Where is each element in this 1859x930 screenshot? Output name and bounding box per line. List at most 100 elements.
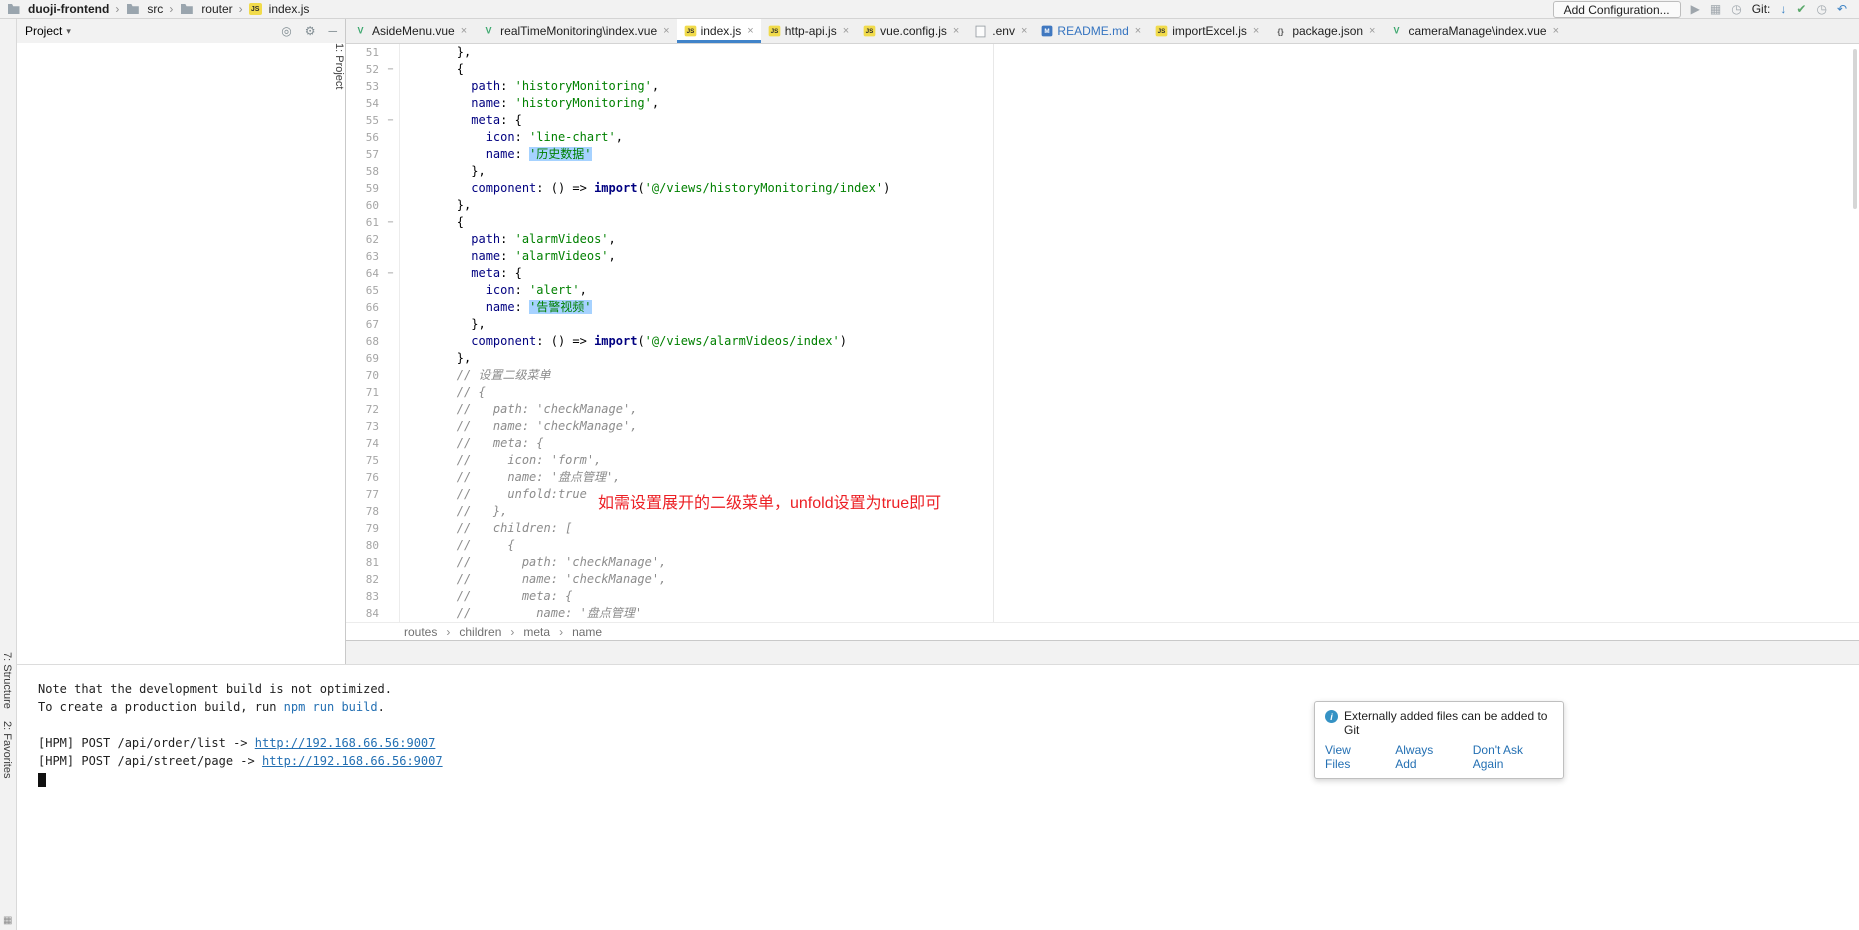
code-token: }, <box>399 45 471 59</box>
tool-button-project[interactable]: 1: Project <box>17 43 346 664</box>
terminal-output[interactable]: Note that the development build is not o… <box>17 666 1859 930</box>
md-icon: M <box>1042 26 1053 37</box>
code-token: : <box>500 249 514 263</box>
view-files-link[interactable]: View Files <box>1325 743 1377 771</box>
code-token <box>399 334 471 348</box>
line-number: 57 <box>346 146 382 163</box>
fold-gutter <box>382 95 399 112</box>
editor-scrollbar[interactable] <box>1853 49 1857 209</box>
close-icon[interactable]: × <box>461 25 467 37</box>
terminal-tool-window: Terminal: Local × + Note that the develo… <box>17 640 1859 930</box>
close-icon[interactable]: × <box>1553 25 1559 37</box>
chevron-down-icon[interactable]: ▾ <box>66 26 71 37</box>
breadcrumb-item[interactable]: JS index.js <box>249 2 310 16</box>
project-panel-title[interactable]: Project <box>25 24 62 38</box>
breadcrumb-item[interactable]: duoji-frontend <box>6 2 109 16</box>
git-rollback-icon[interactable]: ↶ <box>1837 3 1847 15</box>
editor-tab[interactable]: JSindex.js× <box>677 19 761 43</box>
editor-tab[interactable]: VAsideMenu.vue× <box>346 19 474 43</box>
code-token: ( <box>637 181 644 195</box>
code-line: 81 // path: 'checkManage', <box>346 554 1859 571</box>
code-text: // unfold:true <box>399 486 587 503</box>
editor-breadcrumb: routes›children›meta›name <box>346 622 1859 640</box>
close-icon[interactable]: × <box>953 25 959 37</box>
dont-ask-again-link[interactable]: Don't Ask Again <box>1473 743 1553 771</box>
line-number: 55 <box>346 112 382 129</box>
editor-breadcrumb-item[interactable]: routes <box>404 625 437 639</box>
git-history-icon[interactable]: ◷ <box>1816 3 1826 15</box>
code-token: // unfold:true <box>399 487 587 501</box>
settings-gear-icon[interactable]: ⚙ <box>305 24 316 38</box>
fold-marker-icon[interactable]: − <box>382 214 399 231</box>
close-icon[interactable]: × <box>747 25 753 37</box>
coverage-icon[interactable]: ◷ <box>1731 3 1741 15</box>
toolwindow-switcher-icon[interactable]: ▦ <box>3 915 12 926</box>
code-text: // 设置二级菜单 <box>399 367 550 384</box>
code-text: // name: 'checkManage', <box>399 418 637 435</box>
fold-marker-icon[interactable]: − <box>382 265 399 282</box>
code-token: path <box>471 232 500 246</box>
js-icon: JS <box>249 3 262 15</box>
breadcrumb-item[interactable]: src <box>125 2 163 16</box>
editor-tab[interactable]: VcameraManage\index.vue× <box>1382 19 1566 43</box>
tab-label: vue.config.js <box>880 24 947 38</box>
code-line: 60 }, <box>346 197 1859 214</box>
breadcrumb-item[interactable]: router <box>179 2 232 16</box>
code-line: 56 icon: 'line-chart', <box>346 129 1859 146</box>
notification-text: Externally added files can be added to G… <box>1344 709 1553 737</box>
terminal-link[interactable]: http://192.168.66.56:9007 <box>262 754 443 768</box>
code-line: 64− meta: { <box>346 265 1859 282</box>
editor-breadcrumb-item[interactable]: name <box>572 625 602 639</box>
code-token: '历史数据' <box>529 147 591 161</box>
code-token: }, <box>399 351 471 365</box>
fold-gutter <box>382 44 399 61</box>
close-icon[interactable]: × <box>1021 25 1027 37</box>
fold-gutter <box>382 401 399 418</box>
editor-tab[interactable]: JShttp-api.js× <box>761 19 856 43</box>
close-icon[interactable]: × <box>1369 25 1375 37</box>
hide-panel-icon[interactable]: ─ <box>328 24 337 38</box>
editor-breadcrumb-item[interactable]: meta <box>523 625 550 639</box>
fold-gutter <box>382 605 399 622</box>
fold-marker-icon[interactable]: − <box>382 61 399 78</box>
code-token: , <box>652 79 659 93</box>
breadcrumb-label: index.js <box>269 2 310 16</box>
terminal-line: Note that the development build is not o… <box>38 680 1859 698</box>
always-add-link[interactable]: Always Add <box>1395 743 1455 771</box>
line-number: 70 <box>346 367 382 384</box>
add-configuration-button[interactable]: Add Configuration... <box>1553 1 1681 18</box>
code-line: 52− { <box>346 61 1859 78</box>
editor-breadcrumb-item[interactable]: children <box>459 625 501 639</box>
fold-marker-icon[interactable]: − <box>382 112 399 129</box>
editor-tab[interactable]: .env× <box>966 19 1034 43</box>
close-icon[interactable]: × <box>1253 25 1259 37</box>
terminal-line <box>38 716 1859 734</box>
close-icon[interactable]: × <box>663 25 669 37</box>
editor: VAsideMenu.vue×VrealTimeMonitoring\index… <box>346 19 1859 640</box>
tool-button-favorites[interactable]: 2: Favorites <box>1 721 13 778</box>
locate-file-icon[interactable]: ◎ <box>281 24 291 38</box>
code-area[interactable]: 51 },52− {53 path: 'historyMonitoring',5… <box>346 44 1859 622</box>
editor-tab[interactable]: JSimportExcel.js× <box>1148 19 1266 43</box>
editor-tab[interactable]: VrealTimeMonitoring\index.vue× <box>474 19 676 43</box>
git-commit-icon[interactable]: ✔ <box>1796 3 1806 15</box>
debug-icon[interactable]: ▦ <box>1710 3 1721 15</box>
code-token: // 设置二级菜单 <box>399 368 550 382</box>
code-line: 70 // 设置二级菜单 <box>346 367 1859 384</box>
close-icon[interactable]: × <box>843 25 849 37</box>
red-annotation-text: 如需设置展开的二级菜单，unfold设置为true即可 <box>598 489 941 513</box>
code-token: , <box>609 232 616 246</box>
run-icon[interactable]: ▶ <box>1691 3 1700 15</box>
editor-tab[interactable]: {}package.json× <box>1266 19 1382 43</box>
code-text: // }, <box>399 503 507 520</box>
editor-tab[interactable]: JSvue.config.js× <box>856 19 966 43</box>
tool-button-structure[interactable]: 7: Structure <box>1 652 13 709</box>
editor-tab[interactable]: MREADME.md× <box>1034 19 1148 43</box>
terminal-link[interactable]: http://192.168.66.56:9007 <box>255 736 436 750</box>
line-number: 59 <box>346 180 382 197</box>
code-token: : <box>515 130 529 144</box>
terminal-text: [HPM] POST /api/order/list -> <box>38 736 255 750</box>
git-update-icon[interactable]: ↓ <box>1780 3 1786 15</box>
close-icon[interactable]: × <box>1135 25 1141 37</box>
code-token: : () => <box>536 181 594 195</box>
